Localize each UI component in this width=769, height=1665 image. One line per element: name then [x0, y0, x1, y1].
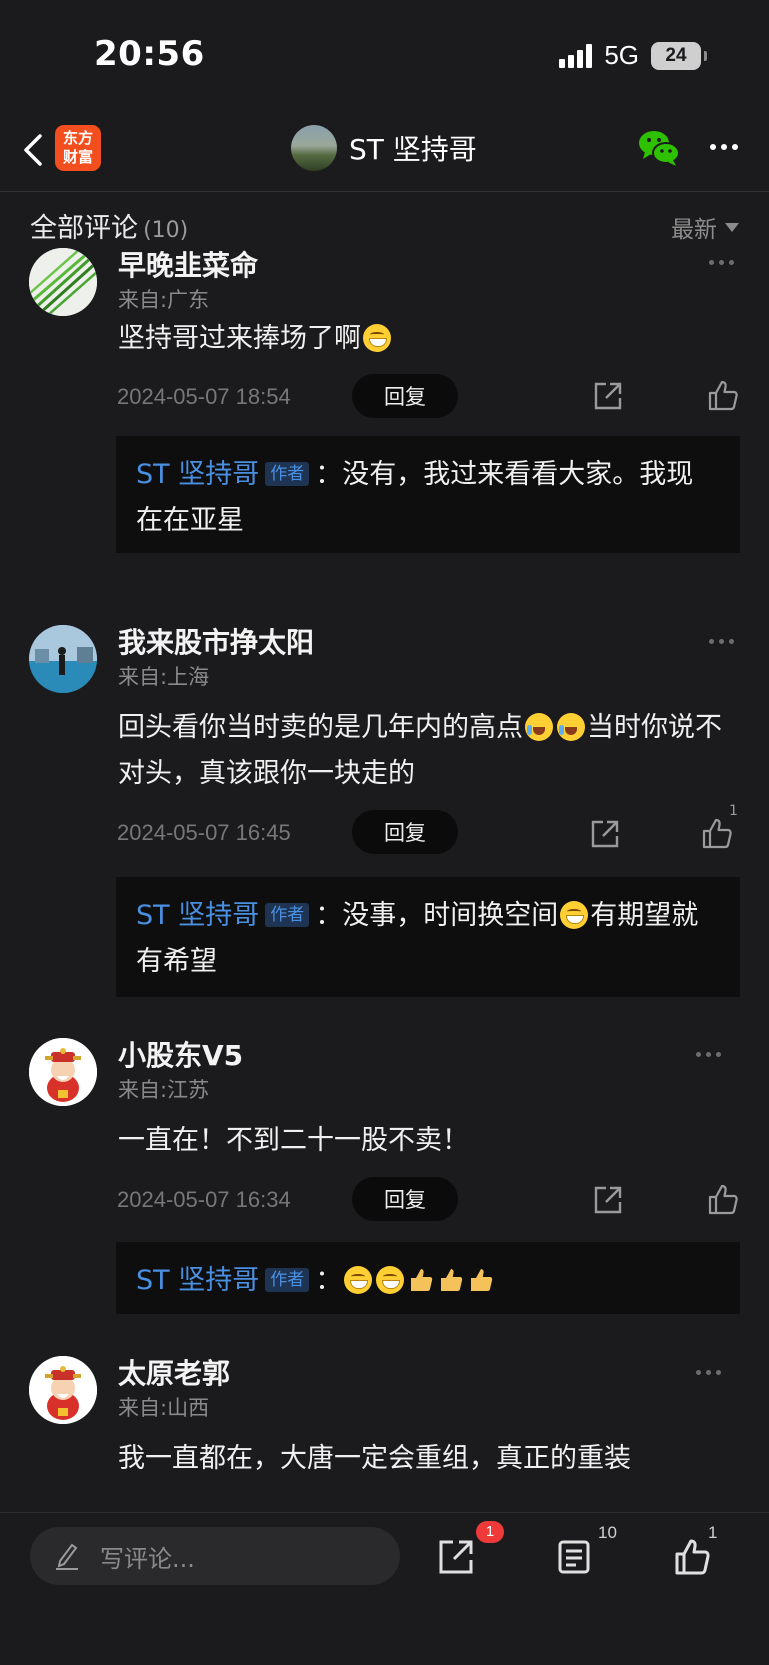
like-icon[interactable]	[700, 817, 734, 851]
battery-icon: 24	[651, 41, 701, 70]
author-badge: 作者	[265, 903, 310, 927]
avatar[interactable]	[29, 248, 97, 316]
signal-icon	[559, 43, 593, 68]
comment-location: 来自:山西	[118, 1396, 210, 1420]
thumbs-up-icon	[441, 1269, 463, 1291]
comment-location: 来自:广东	[118, 288, 210, 312]
back-icon[interactable]	[18, 130, 48, 170]
author-badge: 作者	[265, 1268, 310, 1292]
battery-level: 24	[665, 44, 687, 66]
brand-line-1: 东方	[62, 129, 93, 147]
comment-more-icon[interactable]	[709, 260, 734, 265]
comment-count: 10	[598, 1523, 617, 1542]
grin-emoji-icon	[560, 901, 589, 929]
nav-avatar[interactable]	[291, 125, 337, 171]
author-reply: ST 坚持哥 作者：	[116, 1242, 740, 1314]
avatar[interactable]	[29, 1038, 97, 1106]
crying-laugh-emoji-icon	[525, 713, 553, 741]
comment-time: 2024-05-07 16:45	[117, 820, 291, 845]
reply-button[interactable]: 回复	[352, 374, 458, 418]
bottom-bar: 写评论... 1 10 1	[0, 1512, 769, 1665]
share-icon[interactable]	[589, 818, 621, 850]
comment-text: 回头看你当时卖的是几年内的高点 当时你说不对头，真该跟你一块走的	[118, 705, 738, 797]
comment-text-part: 一直在！不到二十一股不卖！	[118, 1125, 469, 1156]
share-icon[interactable]	[592, 380, 624, 412]
crying-laugh-emoji-icon	[557, 713, 585, 741]
comment-more-icon[interactable]	[696, 1370, 721, 1375]
like-count: 1	[729, 803, 738, 819]
comment-time: 2024-05-07 16:34	[117, 1187, 291, 1212]
comment-more-icon[interactable]	[696, 1052, 721, 1057]
nav-user[interactable]: ST 坚持哥	[291, 125, 477, 171]
nav-title[interactable]: ST 坚持哥	[349, 128, 477, 168]
comment-time: 2024-05-07 18:54	[117, 384, 291, 409]
reply-author[interactable]: ST 坚持哥	[136, 459, 259, 490]
comment-author[interactable]: 早晚韭菜命	[118, 244, 258, 284]
comment-author[interactable]: 小股东V5	[118, 1034, 243, 1074]
comment-text: 一直在！不到二十一股不卖！	[118, 1118, 738, 1164]
grin-emoji-icon	[344, 1266, 373, 1294]
comment-text-part: 坚持哥过来捧场了啊	[118, 323, 361, 354]
like-icon[interactable]	[672, 1537, 712, 1577]
comment-author[interactable]: 我来股市挣太阳	[118, 621, 314, 661]
thumbs-up-icon	[471, 1269, 493, 1291]
reply-text: 没事，时间换空间	[342, 900, 559, 931]
pencil-icon	[56, 1543, 78, 1570]
grin-emoji-icon	[363, 324, 391, 352]
reply-separator: ：	[315, 900, 343, 931]
like-icon[interactable]	[706, 379, 740, 413]
avatar[interactable]	[29, 625, 97, 693]
comment-text-part: 我一直都在，大唐一定会重组，真正的重装	[118, 1443, 631, 1474]
comment-input-placeholder[interactable]: 写评论...	[100, 1539, 195, 1574]
share-icon[interactable]	[592, 1184, 624, 1216]
comment-location: 来自:江苏	[118, 1078, 210, 1102]
status-indicators: 5G 24	[559, 40, 707, 71]
brand-line-2: 财富	[62, 148, 93, 166]
status-time: 20:56	[94, 34, 205, 74]
status-bar: 20:56 5G 24	[0, 0, 769, 110]
sort-dropdown[interactable]: 最新	[671, 210, 739, 244]
reply-separator: ：	[315, 459, 343, 490]
network-type: 5G	[604, 40, 639, 70]
grin-emoji-icon	[376, 1266, 405, 1294]
reply-separator: ：	[315, 1265, 343, 1296]
comment-location: 来自:上海	[118, 665, 210, 689]
thumbs-up-icon	[411, 1269, 433, 1291]
comment-text: 我一直都在，大唐一定会重组，真正的重装	[118, 1436, 738, 1482]
reply-author[interactable]: ST 坚持哥	[136, 1265, 259, 1296]
chevron-down-icon	[725, 222, 739, 232]
more-icon[interactable]	[710, 144, 738, 150]
nav-bar: 东方 财富 ST 坚持哥	[0, 110, 769, 192]
battery-tip	[704, 50, 707, 61]
author-badge: 作者	[265, 462, 310, 486]
reply-button[interactable]: 回复	[352, 1177, 458, 1221]
comment-text-part: 回头看你当时卖的是几年内的高点	[118, 712, 523, 743]
wechat-icon[interactable]	[637, 128, 681, 168]
comment-input[interactable]: 写评论...	[30, 1527, 400, 1585]
avatar[interactable]	[29, 1356, 97, 1424]
comment-more-icon[interactable]	[709, 639, 734, 644]
like-count: 1	[708, 1523, 718, 1542]
like-icon[interactable]	[706, 1183, 740, 1217]
sort-label[interactable]: 最新	[671, 210, 717, 244]
share-badge: 1	[476, 1521, 504, 1543]
comments-title: 全部评论	[30, 213, 138, 244]
comments-count: (10)	[143, 218, 189, 243]
share-icon[interactable]	[436, 1537, 476, 1577]
author-reply: ST 坚持哥 作者 ：没事，时间换空间 有期望就有希望	[116, 877, 740, 997]
reply-button[interactable]: 回复	[352, 810, 458, 854]
comment-text: 坚持哥过来捧场了啊	[118, 316, 738, 362]
comments-icon[interactable]	[554, 1537, 594, 1577]
comment-author[interactable]: 太原老郭	[118, 1352, 230, 1392]
reply-author[interactable]: ST 坚持哥	[136, 900, 259, 931]
author-reply: ST 坚持哥 作者 ：没有，我过来看看大家。我现在在亚星	[116, 436, 740, 553]
brand-logo[interactable]: 东方 财富	[55, 125, 101, 171]
comments-header: 全部评论 (10) 最新	[30, 206, 739, 246]
